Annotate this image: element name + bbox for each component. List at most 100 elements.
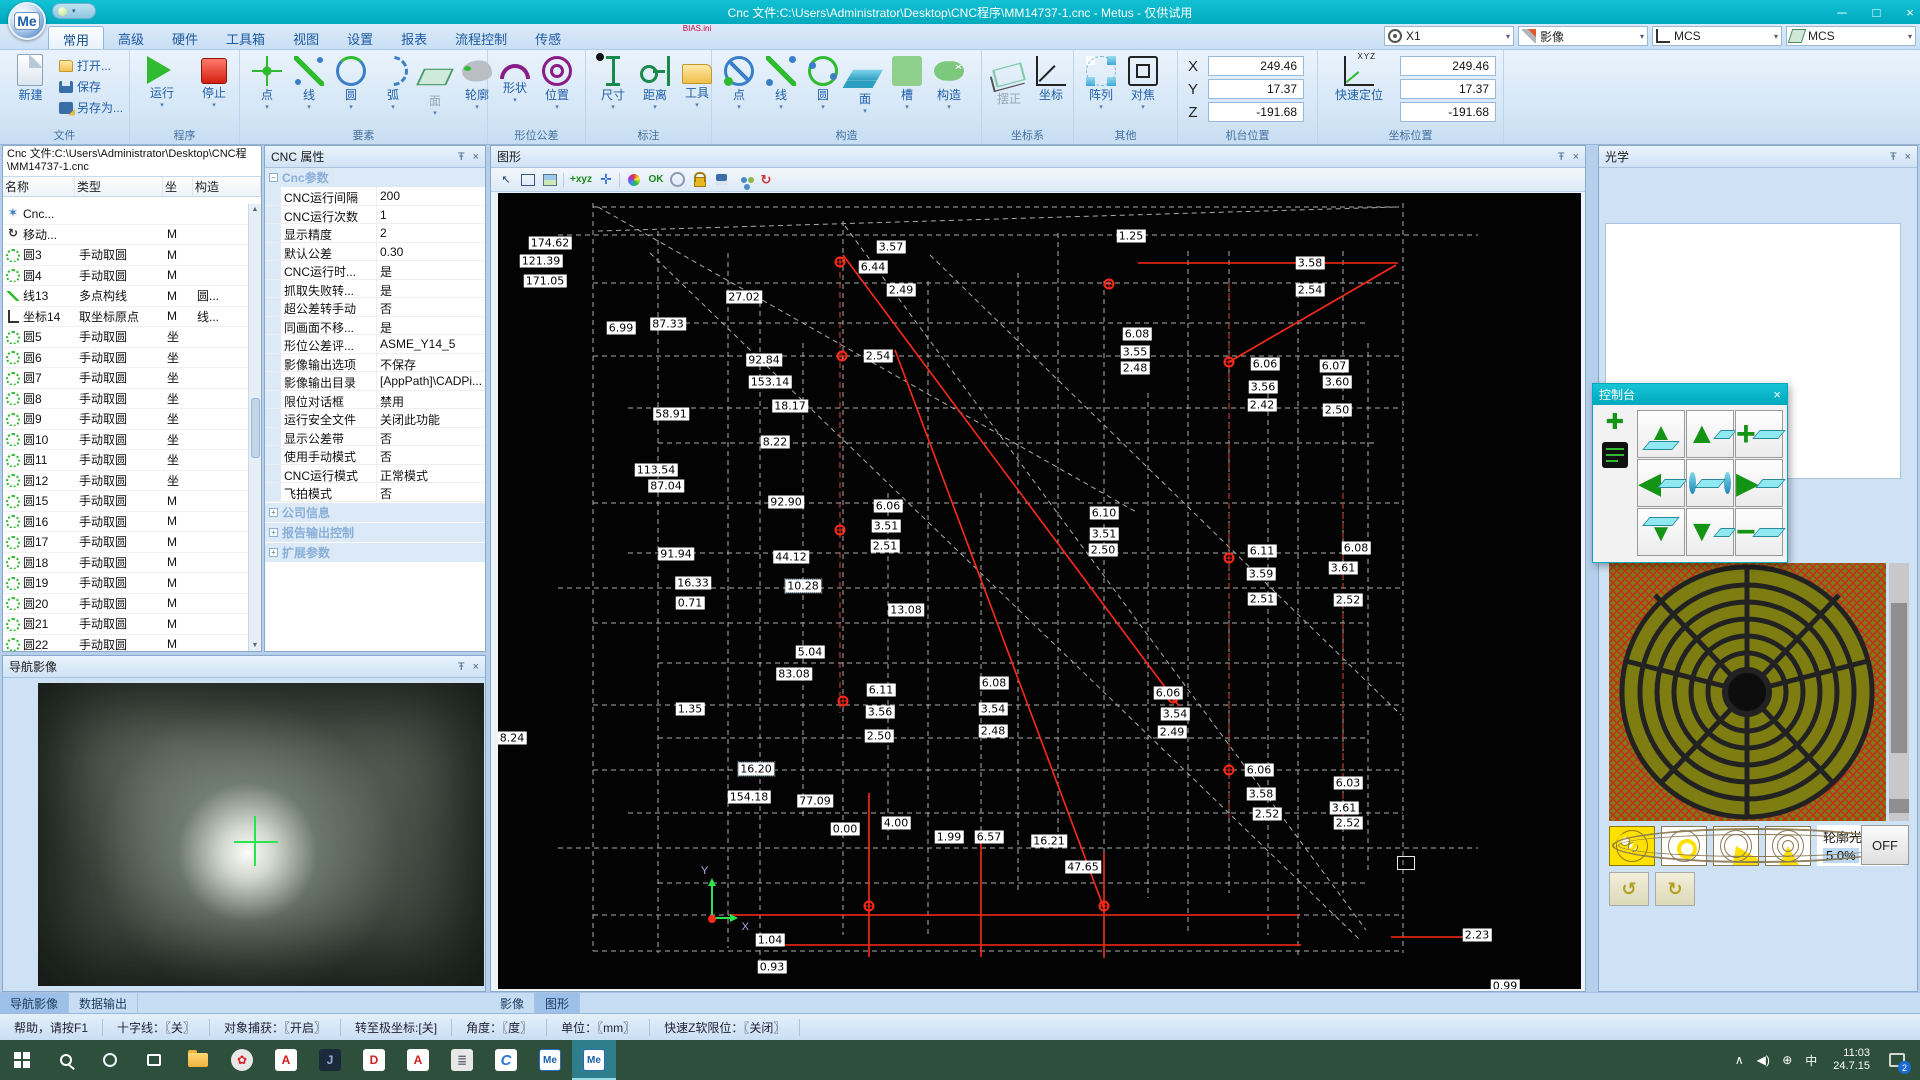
dimension-label[interactable]: 171.05 — [524, 275, 567, 288]
maximize-button[interactable]: □ — [1873, 5, 1881, 20]
status-item[interactable]: 转至极坐标:[关] — [341, 1019, 452, 1036]
dimension-label[interactable]: 2.49 — [887, 284, 916, 297]
dimension-label[interactable]: 2.51 — [871, 540, 900, 553]
app-menu-orb[interactable]: Me — [8, 2, 46, 40]
circle-feature-marker[interactable] — [1099, 901, 1110, 912]
graphics-tool-icon[interactable] — [713, 171, 731, 189]
undo-button[interactable]: ↺ — [1609, 872, 1649, 906]
dimension-label[interactable]: 91.94 — [658, 548, 694, 561]
dimension-label[interactable]: 0.00 — [831, 823, 860, 836]
taskbar-app-button[interactable] — [0, 1040, 44, 1080]
quick-access-toolbar[interactable]: ▾ — [52, 3, 96, 19]
tree-row[interactable]: 坐标14 取坐标原点 M 线... — [3, 307, 248, 328]
xyz-readout-icon[interactable] — [1602, 442, 1628, 468]
dimension-label[interactable]: 87.33 — [650, 318, 686, 331]
dimension-label[interactable]: 2.52 — [1334, 594, 1363, 607]
dimension-label[interactable]: 174.62 — [529, 237, 572, 250]
dimension-label[interactable]: 3.61 — [1329, 562, 1358, 575]
ribbon-button[interactable]: 阵列 ▾ — [1080, 54, 1122, 111]
col-cs[interactable]: 坐 — [163, 177, 193, 196]
taskbar-app-button[interactable]: C — [484, 1040, 528, 1080]
collapsed-section[interactable]: +报告输出控制 — [265, 523, 485, 542]
dimension-label[interactable]: 1.35 — [676, 703, 705, 716]
close-icon[interactable]: × — [1773, 387, 1781, 402]
ribbon-button[interactable]: 线 ▾ — [288, 54, 330, 111]
jog-button[interactable]: ▲ — [1686, 410, 1734, 458]
dimension-label[interactable]: 2.50 — [1323, 404, 1352, 417]
dimension-label[interactable]: 3.56 — [1249, 381, 1278, 394]
taskbar-clock[interactable]: 11:03 24.7.15 — [1825, 1047, 1878, 1073]
pin-icon[interactable]: Ŧ — [1558, 151, 1565, 163]
dropdown-select[interactable]: MCS ▾ — [1786, 26, 1916, 46]
property-row[interactable]: 默认公差 0.30 — [265, 243, 485, 262]
tree-row[interactable]: 圆9 手动取圆 坐 — [3, 409, 248, 430]
tree-row[interactable]: 圆3 手动取圆 M — [3, 245, 248, 266]
dimension-label[interactable]: 6.11 — [867, 684, 896, 697]
graphics-tool-icon[interactable] — [563, 172, 565, 188]
dimension-label[interactable]: 3.58 — [1296, 257, 1325, 270]
save-as-button[interactable]: 另存为... — [59, 99, 123, 116]
dimension-label[interactable]: 0.93 — [758, 961, 787, 974]
property-row[interactable]: CNC运行间隔 200 — [265, 187, 485, 206]
status-item[interactable]: 帮助，请按F1 — [0, 1019, 103, 1036]
dimension-label[interactable]: 92.84 — [746, 354, 782, 367]
tree-row[interactable]: 圆10 手动取圆 坐 — [3, 430, 248, 451]
graphics-tool-icon[interactable]: ↻ — [757, 171, 775, 189]
tray-icon[interactable]: ∧ — [1727, 1040, 1751, 1080]
circle-feature-marker[interactable] — [1104, 279, 1115, 290]
dock-tab[interactable]: 导航影像 — [0, 993, 69, 1013]
ribbon-button[interactable]: 坐标 — [1030, 54, 1072, 102]
console-title-bar[interactable]: 控制台 × — [1593, 384, 1787, 405]
ribbon-button[interactable]: 构造 ▾ — [928, 54, 970, 111]
jog-mode-icon[interactable]: ✚ — [1606, 412, 1624, 432]
jog-button[interactable]: ▲ — [1637, 410, 1685, 458]
tree-row[interactable]: 圆22 手动取圆 M — [3, 635, 248, 652]
property-row[interactable]: 显示精度 2 — [265, 224, 485, 243]
ribbon-button[interactable]: 位置 ▾ — [536, 54, 578, 111]
dimension-label[interactable]: 2.48 — [1121, 362, 1150, 375]
graphics-tool-icon[interactable] — [619, 172, 621, 188]
property-row[interactable]: 运行安全文件 关闭此功能 — [265, 409, 485, 428]
property-row[interactable]: 形位公差评... ASME_Y14_5 — [265, 335, 485, 354]
property-row[interactable]: 使用手动模式 否 — [265, 446, 485, 465]
status-item[interactable]: 角度：〖度〗 — [452, 1019, 547, 1036]
dimension-label[interactable]: 83.08 — [776, 668, 812, 681]
dimension-label[interactable]: 6.11 — [1248, 545, 1277, 558]
dock-tab[interactable]: 数据输出 — [69, 993, 138, 1013]
taskbar-app-button[interactable]: A — [396, 1040, 440, 1080]
view-tab[interactable]: 图形 — [535, 993, 580, 1013]
dimension-label[interactable]: 3.55 — [1121, 346, 1150, 359]
graphics-tool-icon[interactable]: +xyz — [569, 171, 593, 189]
dimension-label[interactable]: 3.57 — [877, 241, 906, 254]
dimension-label[interactable]: 4.00 — [882, 817, 911, 830]
dimension-label[interactable]: 0.99 — [1491, 980, 1520, 990]
ribbon-tab[interactable]: 常用 — [48, 26, 104, 49]
dimension-label[interactable]: 3.51 — [1090, 528, 1119, 541]
tray-icon[interactable]: ⊕ — [1775, 1040, 1799, 1080]
dimension-label[interactable]: 121.39 — [520, 255, 563, 268]
cad-canvas[interactable]: 174.62121.39171.0527.026.9987.333.576.44… — [498, 193, 1581, 989]
jog-button[interactable]: ▶ — [1735, 459, 1783, 507]
ribbon-button[interactable]: 面 ▾ — [414, 54, 456, 117]
dimension-label[interactable]: 77.09 — [797, 795, 833, 808]
status-item[interactable]: 十字线：〖关〗 — [103, 1019, 210, 1036]
dimension-label[interactable]: 2.52 — [1253, 808, 1282, 821]
close-button[interactable]: × — [1906, 5, 1914, 20]
taskbar-app-button[interactable]: A — [264, 1040, 308, 1080]
property-row[interactable]: 同画面不移... 是 — [265, 317, 485, 336]
redo-button[interactable]: ↻ — [1655, 872, 1695, 906]
dimension-label[interactable]: 2.23 — [1463, 929, 1492, 942]
property-row[interactable]: 飞拍模式 否 — [265, 483, 485, 502]
tree-row[interactable]: 圆19 手动取圆 M — [3, 573, 248, 594]
dimension-label[interactable]: 10.28 — [785, 580, 821, 593]
tree-row[interactable]: 圆20 手动取圆 M — [3, 594, 248, 615]
dimension-label[interactable]: 3.54 — [979, 703, 1008, 716]
ribbon-tab[interactable]: 传感 — [521, 26, 575, 49]
dimension-label[interactable]: 6.99 — [607, 322, 636, 335]
quick-position-button[interactable]: XYZ 快速定位 — [1324, 54, 1394, 102]
dimension-label[interactable]: 16.33 — [675, 577, 711, 590]
dimension-label[interactable]: 3.61 — [1330, 802, 1359, 815]
col-construct[interactable]: 构造 — [193, 177, 261, 196]
dropdown-select[interactable]: 影像 ▾ — [1518, 26, 1648, 46]
ribbon-tab[interactable]: 报表 — [387, 26, 441, 49]
